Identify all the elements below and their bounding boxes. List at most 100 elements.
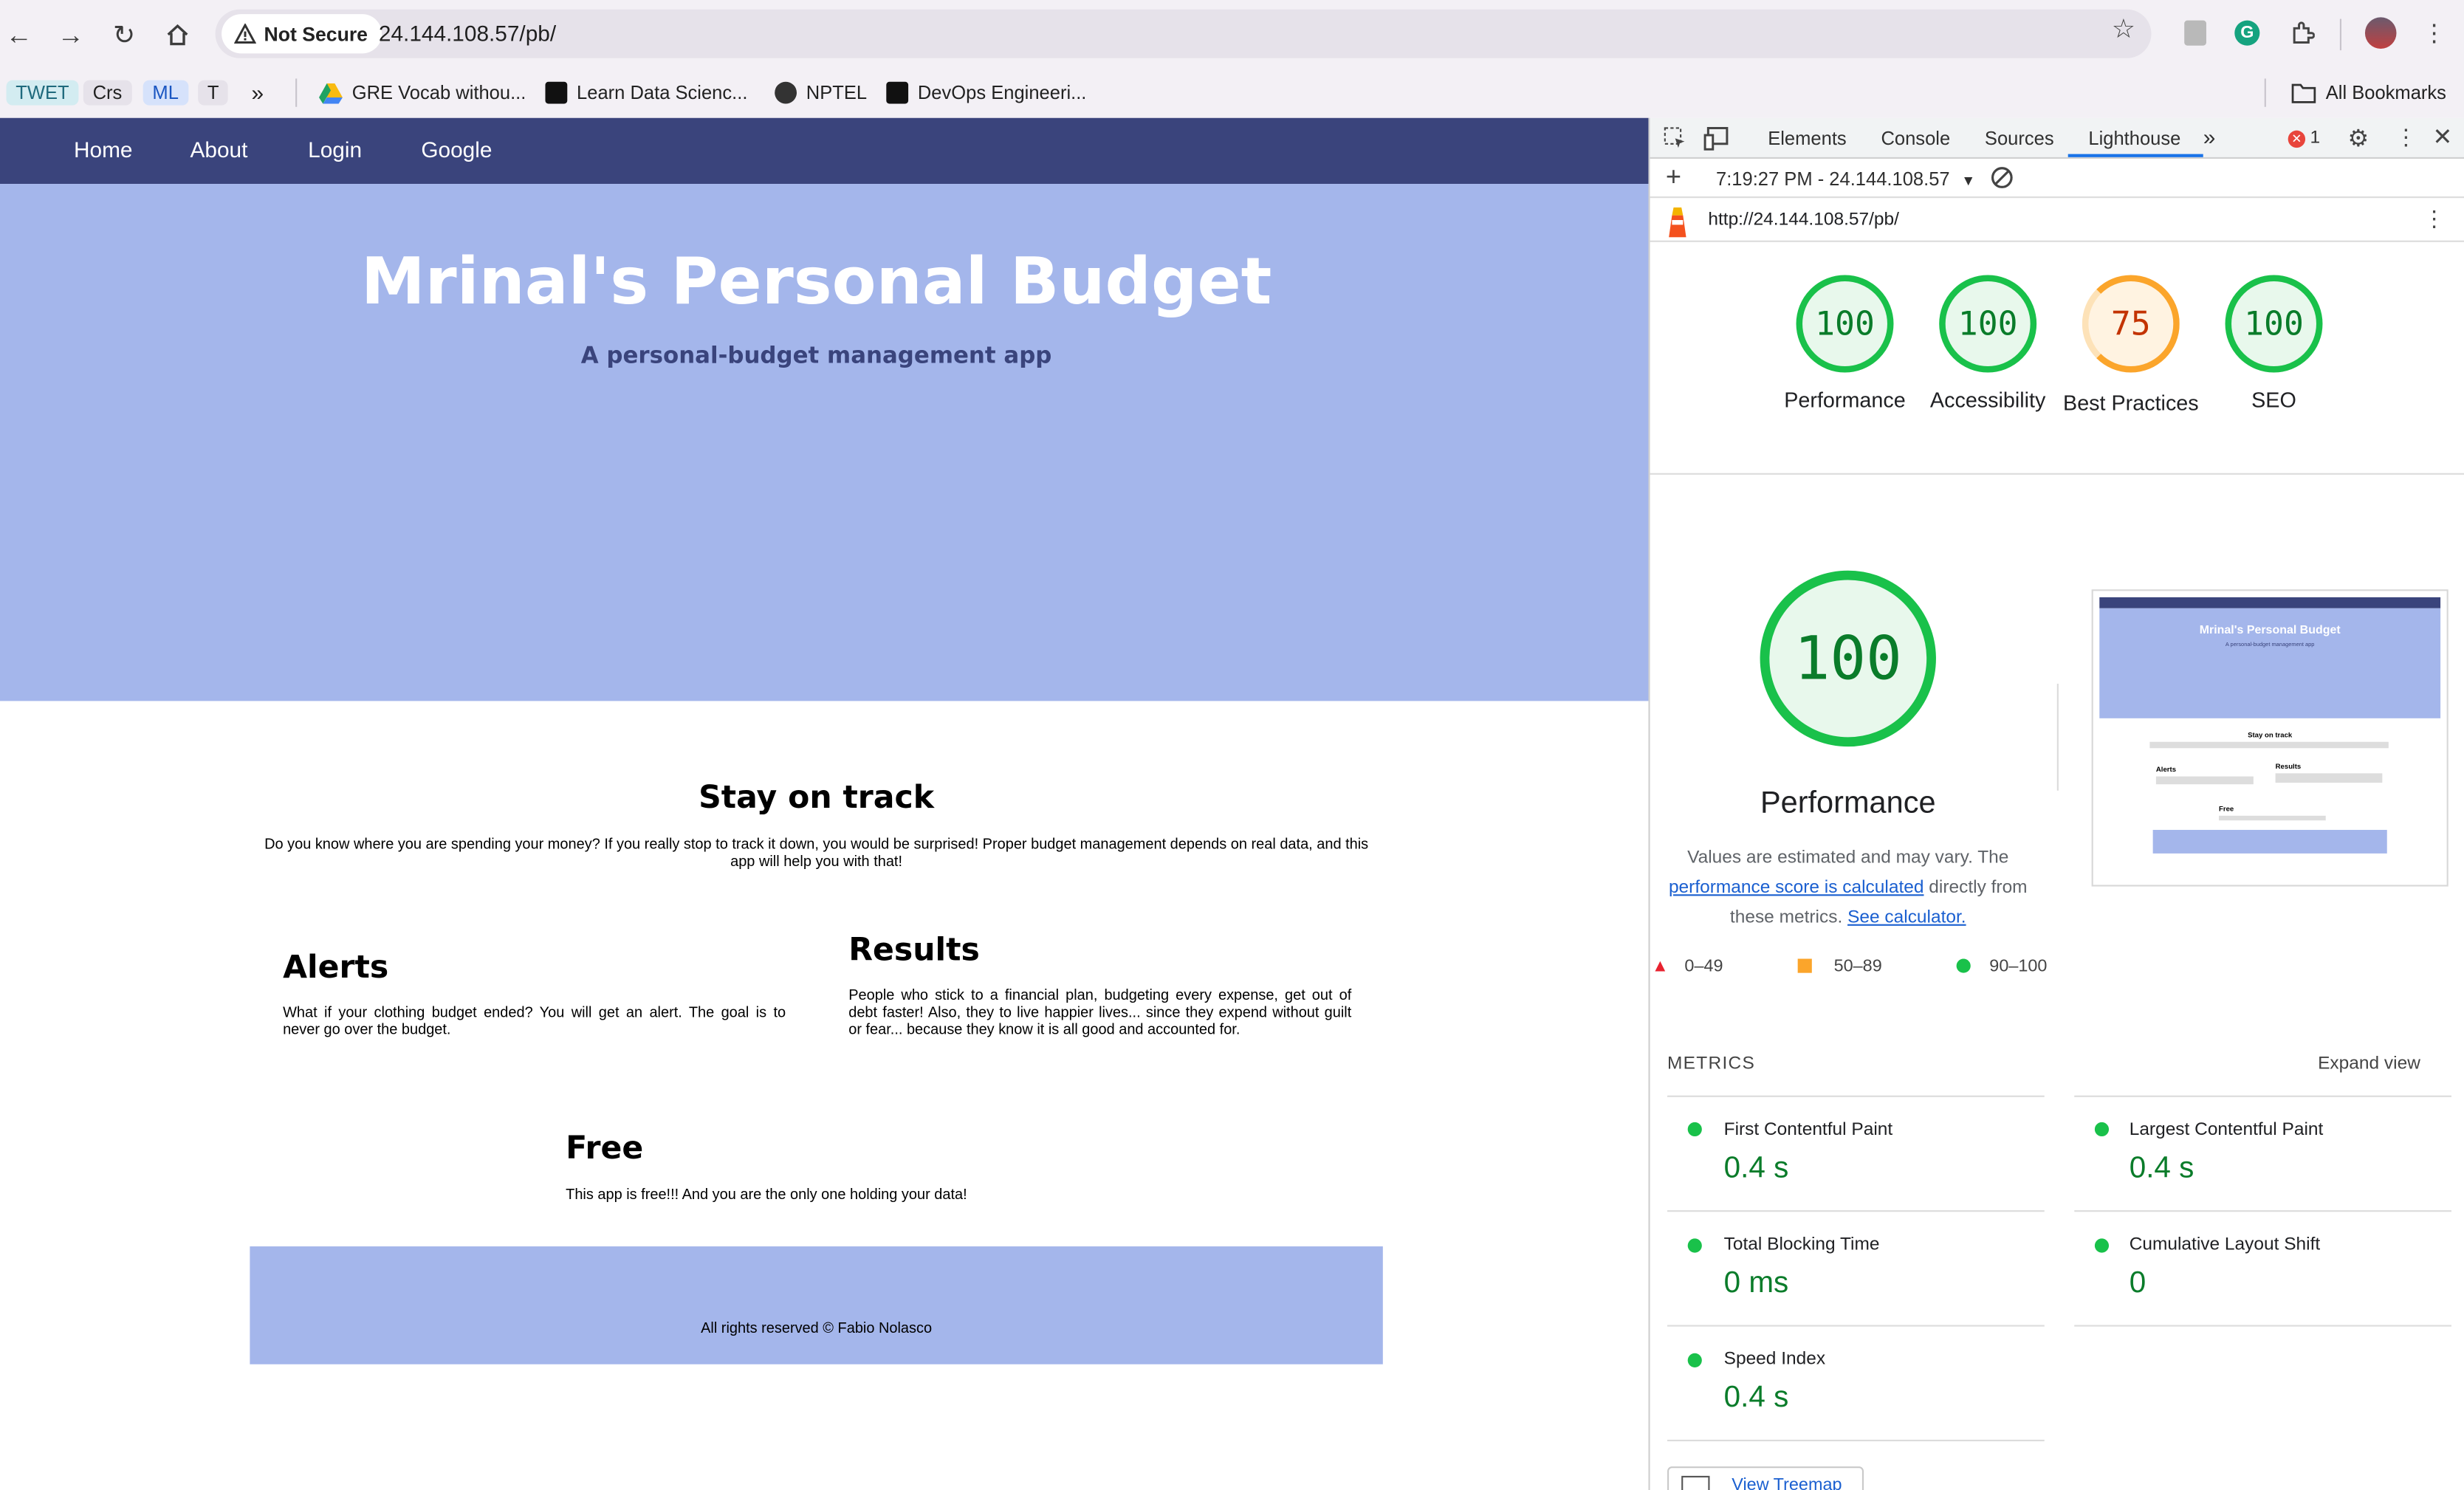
bookmark-label: DevOps Engineeri... bbox=[917, 81, 1087, 104]
devtools-tabbar: Elements Console Sources Lighthouse » ✕ … bbox=[1650, 117, 2464, 159]
inspect-element-icon[interactable] bbox=[1663, 126, 1688, 159]
seo-gauge[interactable]: 100 bbox=[2225, 275, 2323, 373]
bookmark-label: Learn Data Scienc... bbox=[577, 81, 748, 104]
toolbar-divider bbox=[2339, 18, 2342, 51]
folder-icon bbox=[2291, 83, 2316, 103]
bookmark-learn-data[interactable]: Learn Data Scienc... bbox=[545, 77, 747, 109]
error-counter[interactable]: ✕ 1 bbox=[2288, 129, 2320, 148]
metrics-divider bbox=[1667, 1210, 2045, 1212]
gauge-value: 100 bbox=[2244, 304, 2304, 343]
security-label: Not Secure bbox=[264, 22, 368, 45]
metrics-divider bbox=[2074, 1325, 2451, 1327]
bookmark-gre[interactable]: GRE Vocab withou... bbox=[319, 77, 526, 109]
hero-title: Mrinal's Personal Budget bbox=[360, 243, 1272, 320]
warning-icon bbox=[234, 23, 256, 44]
best-practices-gauge[interactable]: 75 bbox=[2082, 275, 2180, 373]
all-bookmarks[interactable]: All Bookmarks bbox=[2291, 77, 2446, 109]
forward-icon[interactable]: → bbox=[52, 16, 89, 53]
gauge-value: 75 bbox=[2110, 304, 2151, 343]
bookmark-label: TWET bbox=[6, 80, 79, 106]
close-icon[interactable]: ✕ bbox=[2432, 123, 2452, 151]
grammarly-icon[interactable]: G bbox=[2231, 17, 2263, 49]
report-url-bar: http://24.144.108.57/pb/ ⋮ bbox=[1650, 198, 2464, 242]
nptel-favicon-icon bbox=[775, 81, 797, 104]
gauge-value: 100 bbox=[1815, 304, 1875, 343]
report-menu-icon[interactable]: ⋮ bbox=[2423, 206, 2446, 233]
performance-note: Values are estimated and may vary. The p… bbox=[1650, 844, 2046, 933]
perf-note-text: Values are estimated and may vary. The bbox=[1687, 848, 2009, 868]
thumb-text-line bbox=[2275, 773, 2383, 783]
thumb-menu bbox=[2099, 597, 2441, 608]
more-bookmarks-chevron-icon[interactable]: » bbox=[252, 77, 264, 109]
devtools-menu-icon[interactable]: ⋮ bbox=[2395, 124, 2417, 151]
big-gauge-value: 100 bbox=[1794, 624, 1902, 693]
legend-average: 50–89 bbox=[1833, 957, 1882, 976]
error-count: 1 bbox=[2310, 128, 2321, 148]
page-screenshot-thumbnail[interactable]: Mrinal's Personal Budget A personal-budg… bbox=[2091, 589, 2448, 887]
error-icon: ✕ bbox=[2288, 129, 2306, 148]
score-legend: ▲ 0–49 50–89 90–100 bbox=[1650, 957, 2059, 979]
new-report-plus-icon[interactable]: + bbox=[1666, 162, 1681, 193]
profile-avatar[interactable] bbox=[2364, 17, 2397, 49]
clear-report-icon[interactable] bbox=[1989, 165, 2014, 199]
perf-note-text: these metrics. bbox=[1729, 908, 1843, 927]
tab-sources[interactable]: Sources bbox=[1985, 127, 2054, 149]
expand-view-toggle[interactable]: Expand view bbox=[2318, 1054, 2420, 1074]
results-text: People who stick to a financial plan, bu… bbox=[848, 985, 1352, 1037]
report-url[interactable]: http://24.144.108.57/pb/ bbox=[1708, 210, 1899, 230]
bookmark-twet[interactable]: TWET bbox=[6, 77, 79, 109]
report-selector[interactable]: 7:19:27 PM - 24.144.108.57 ▼ bbox=[1716, 168, 1975, 190]
home-icon[interactable] bbox=[159, 16, 196, 53]
more-tabs-chevron-icon[interactable]: » bbox=[2203, 124, 2216, 149]
menu-home[interactable]: Home bbox=[74, 137, 133, 162]
seo-label: SEO bbox=[2251, 388, 2296, 412]
vertical-divider bbox=[2056, 683, 2059, 791]
gauge-value: 100 bbox=[1957, 304, 2018, 343]
bookmark-ml[interactable]: ML bbox=[143, 77, 188, 109]
bookmark-nptel[interactable]: NPTEL bbox=[775, 77, 867, 109]
bookmarks-bar: TWET Crs ML T » GRE Vocab withou... Lear… bbox=[0, 67, 2464, 118]
lighthouse-logo-icon bbox=[1666, 206, 1689, 245]
tab-elements[interactable]: Elements bbox=[1768, 127, 1846, 149]
reload-icon[interactable]: ↻ bbox=[106, 16, 143, 53]
menu-about[interactable]: About bbox=[191, 137, 248, 162]
bookmark-crs[interactable]: Crs bbox=[83, 77, 132, 109]
hero-banner: Mrinal's Personal Budget A personal-budg… bbox=[0, 184, 1649, 701]
legend-pass: 90–100 bbox=[1989, 957, 2048, 976]
metric-si-value: 0.4 s bbox=[1723, 1381, 1789, 1415]
security-chip[interactable]: Not Secure bbox=[222, 14, 382, 54]
stay-title: Stay on track bbox=[699, 777, 935, 816]
metric-lcp-name: Largest Contentful Paint bbox=[2129, 1120, 2324, 1140]
learn-data-favicon-icon bbox=[545, 81, 568, 104]
performance-title: Performance bbox=[1760, 786, 1936, 821]
tab-console[interactable]: Console bbox=[1881, 127, 1950, 149]
metrics-divider bbox=[2074, 1095, 2451, 1097]
tab-lighthouse[interactable]: Lighthouse bbox=[2088, 127, 2180, 149]
extensions-puzzle-icon[interactable] bbox=[2287, 17, 2319, 49]
bookmark-t[interactable]: T bbox=[198, 77, 229, 109]
thumb-text-line bbox=[2149, 741, 2389, 749]
bookmark-label: T bbox=[198, 80, 229, 106]
accessibility-gauge[interactable]: 100 bbox=[1939, 275, 2037, 373]
back-icon[interactable]: ← bbox=[0, 16, 38, 53]
perf-score-link[interactable]: performance score is calculated bbox=[1669, 879, 1924, 898]
menu-google[interactable]: Google bbox=[421, 137, 492, 162]
menu-login[interactable]: Login bbox=[308, 137, 362, 162]
url-text[interactable]: 24.144.108.57/pb/ bbox=[379, 21, 556, 46]
metric-pass-dot-icon bbox=[2094, 1122, 2110, 1137]
performance-gauge[interactable]: 100 bbox=[1796, 275, 1894, 373]
see-calculator-link[interactable]: See calculator. bbox=[1847, 908, 1966, 927]
view-treemap-button[interactable]: View Treemap bbox=[1667, 1466, 1864, 1490]
stay-text: Do you know where you are spending your … bbox=[264, 834, 1369, 870]
free-title: Free bbox=[566, 1128, 644, 1167]
view-treemap-label: View Treemap bbox=[1732, 1475, 1842, 1490]
metric-tbt-value: 0 ms bbox=[1723, 1266, 1789, 1300]
address-bar[interactable]: Not Secure 24.144.108.57/pb/ ☆ bbox=[215, 9, 2152, 58]
bookmark-star-icon[interactable]: ☆ bbox=[2112, 14, 2135, 46]
device-toolbar-icon[interactable] bbox=[1703, 126, 1732, 159]
bookmark-devops[interactable]: DevOps Engineeri... bbox=[886, 77, 1086, 109]
extension-n-icon[interactable] bbox=[2180, 17, 2211, 49]
free-text: This app is free!!! And you are the only… bbox=[566, 1185, 967, 1203]
chrome-menu-icon[interactable]: ⋮ bbox=[2418, 17, 2450, 49]
settings-gear-icon[interactable]: ⚙ bbox=[2348, 124, 2369, 152]
